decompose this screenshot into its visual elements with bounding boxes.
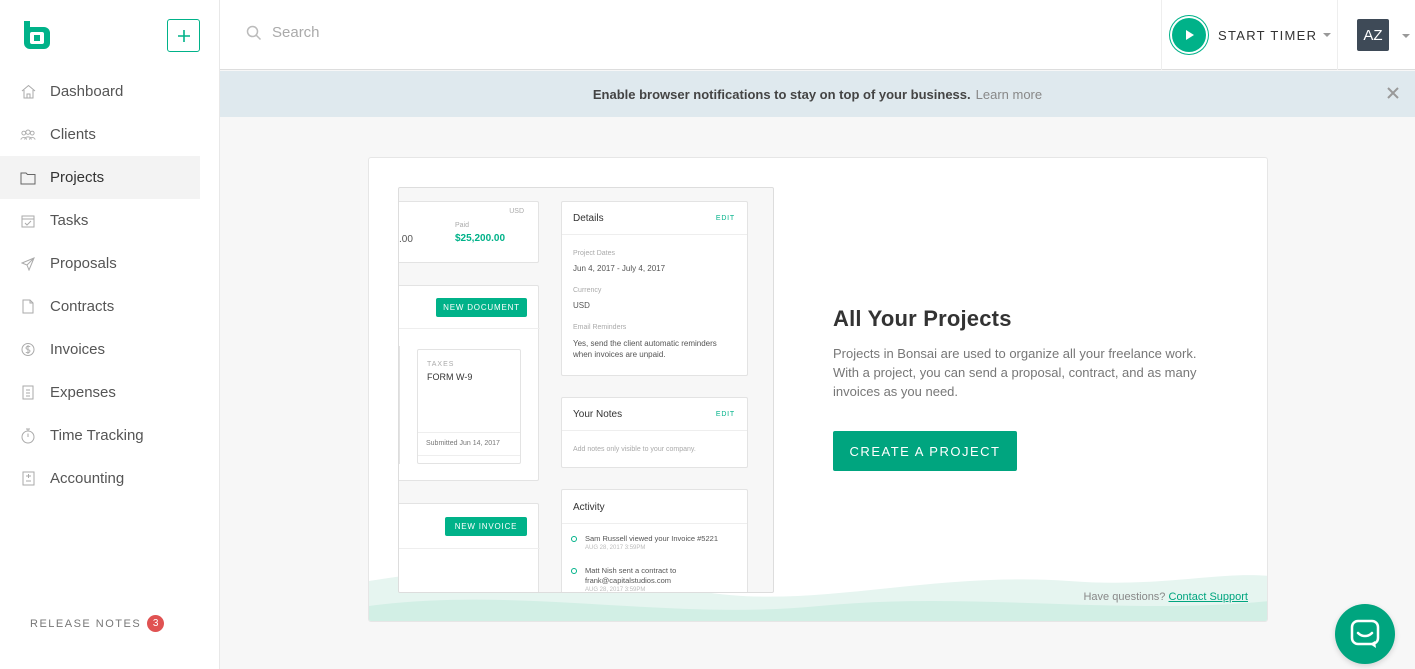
release-notes-link[interactable]: RELEASE NOTES 3	[30, 615, 165, 632]
banner-message: Enable browser notifications to stay on …	[592, 86, 971, 102]
dollar-icon	[20, 342, 36, 358]
notification-banner: Enable browser notifications to stay on …	[220, 71, 1415, 117]
mockup-dates-value: Jun 4, 2017 - July 4, 2017	[573, 264, 666, 273]
mockup-paid-label: Paid	[455, 222, 470, 229]
mockup-activity-1: Sam Russell viewed your Invoice #5221	[585, 534, 718, 543]
sidebar-item-label: Expenses	[50, 384, 116, 401]
sidebar-item-label: Projects	[50, 169, 105, 186]
mockup-documents-box: NEW DOCUMENT TAXES FORM W-9 Submitted Ju…	[399, 285, 540, 481]
empty-state-info: All Your Projects Projects in Bonsai are…	[833, 306, 1213, 471]
plus-icon	[177, 29, 190, 42]
empty-state-description: Projects in Bonsai are used to organize …	[833, 346, 1197, 399]
mockup-activity-box: Activity Sam Russell viewed your Invoice…	[561, 489, 748, 593]
chevron-down-icon	[1323, 33, 1332, 37]
mockup-invoice-box: NEW INVOICE	[399, 503, 540, 592]
sidebar-item-label: Invoices	[50, 341, 106, 358]
sidebar: Dashboard Clients Projects Tasks Proposa…	[0, 0, 220, 669]
chat-launcher-button[interactable]	[1335, 604, 1395, 664]
sidebar-item-dashboard[interactable]: Dashboard	[0, 70, 200, 113]
sidebar-item-proposals[interactable]: Proposals	[0, 242, 200, 285]
sidebar-item-contracts[interactable]: Contracts	[0, 285, 200, 328]
mockup-doc-submitted: Submitted Jun 14, 2017	[426, 440, 500, 447]
clients-icon	[20, 127, 36, 143]
sidebar-nav: Dashboard Clients Projects Tasks Proposa…	[0, 70, 200, 500]
stopwatch-icon	[20, 428, 36, 444]
search-icon	[246, 25, 262, 40]
bonsai-logo-icon[interactable]	[20, 19, 52, 51]
create-project-button[interactable]: CREATE A PROJECT	[833, 431, 1017, 471]
ledger-icon	[20, 471, 36, 487]
mockup-amount-left: .00	[399, 234, 413, 245]
mockup-currency-label: Currency	[573, 287, 602, 294]
close-icon[interactable]	[1386, 86, 1400, 100]
sidebar-item-accounting[interactable]: Accounting	[0, 457, 200, 500]
mockup-document-tile: TAXES FORM W-9 Submitted Jun 14, 2017	[417, 349, 521, 464]
page-title: All Your Projects	[833, 306, 1012, 331]
topbar: START TIMER AZ	[220, 0, 1415, 70]
empty-projects-card: USD Paid .00 $25,200.00 NEW DOCUMENT TAX…	[368, 157, 1268, 622]
home-icon	[20, 84, 36, 100]
mockup-activity-2b: frank@capitalstudios.com	[585, 576, 671, 585]
mockup-activity-title: Activity	[573, 502, 605, 513]
receipt-icon	[20, 385, 36, 401]
start-timer-label: START TIMER	[1218, 27, 1318, 43]
mockup-activity-1-date: AUG 28, 2017 3:59PM	[585, 545, 646, 551]
help-text: Have questions?	[1083, 591, 1166, 603]
sidebar-item-tasks[interactable]: Tasks	[0, 199, 200, 242]
start-timer-button[interactable]: START TIMER	[1161, 0, 1338, 70]
mockup-currency-value: USD	[573, 301, 590, 310]
play-icon	[1172, 18, 1206, 52]
search-box	[246, 24, 672, 41]
mockup-notes-placeholder: Add notes only visible to your company.	[573, 446, 696, 453]
mockup-reminders-value: Yes, send the client automatic reminders…	[573, 339, 717, 359]
sidebar-item-label: Proposals	[50, 255, 117, 272]
learn-more-link[interactable]: Learn more	[976, 87, 1042, 102]
contract-icon	[20, 299, 36, 315]
mockup-reminders-label: Email Reminders	[573, 324, 627, 331]
avatar[interactable]: AZ	[1357, 19, 1389, 51]
sidebar-item-time-tracking[interactable]: Time Tracking	[0, 414, 200, 457]
release-notes-badge: 3	[147, 615, 165, 632]
mockup-edit-link: EDIT	[715, 215, 735, 222]
paper-plane-icon	[20, 256, 36, 272]
sidebar-item-clients[interactable]: Clients	[0, 113, 200, 156]
chat-icon	[1350, 619, 1380, 648]
mockup-details-box: Details EDIT Project Dates Jun 4, 2017 -…	[561, 201, 748, 376]
mockup-activity-2-date: AUG 28, 2017 3:59PM	[585, 587, 646, 593]
mockup-summary-box: USD Paid .00 $25,200.00	[399, 201, 539, 263]
add-new-button[interactable]	[167, 19, 200, 52]
mockup-doc-category: TAXES	[427, 361, 455, 368]
project-preview-mockup: USD Paid .00 $25,200.00 NEW DOCUMENT TAX…	[398, 187, 774, 593]
folder-icon	[20, 170, 36, 186]
mockup-currency-select: USD	[509, 208, 524, 215]
sidebar-item-label: Accounting	[50, 470, 125, 487]
mockup-activity-2a: Matt Nish sent a contract to	[585, 566, 677, 575]
contact-support-link[interactable]: Contact Support	[1169, 591, 1249, 603]
mockup-dates-label: Project Dates	[573, 250, 616, 257]
mockup-notes-edit-link: EDIT	[715, 411, 735, 418]
chevron-down-icon[interactable]	[1402, 34, 1410, 38]
help-footer: Have questions? Contact Support	[1083, 591, 1248, 603]
mockup-notes-title: Your Notes	[573, 409, 623, 420]
release-notes-label: RELEASE NOTES	[30, 617, 142, 630]
sidebar-item-label: Clients	[50, 126, 96, 143]
mockup-doc-title: FORM W-9	[427, 372, 473, 382]
sidebar-item-projects[interactable]: Projects	[0, 156, 200, 199]
sidebar-item-label: Time Tracking	[50, 427, 144, 444]
mockup-new-invoice-button: NEW INVOICE	[445, 517, 527, 536]
sidebar-item-invoices[interactable]: Invoices	[0, 328, 200, 371]
mockup-notes-box: Your Notes EDIT Add notes only visible t…	[561, 397, 748, 468]
mockup-details-title: Details	[573, 213, 604, 224]
sidebar-item-label: Dashboard	[50, 83, 124, 100]
sidebar-item-label: Contracts	[50, 298, 115, 315]
mockup-new-document-button: NEW DOCUMENT	[436, 298, 527, 317]
search-input[interactable]	[272, 24, 672, 41]
sidebar-item-label: Tasks	[50, 212, 89, 229]
mockup-paid-value: $25,200.00	[455, 233, 506, 244]
tasks-icon	[20, 213, 36, 229]
sidebar-item-expenses[interactable]: Expenses	[0, 371, 200, 414]
